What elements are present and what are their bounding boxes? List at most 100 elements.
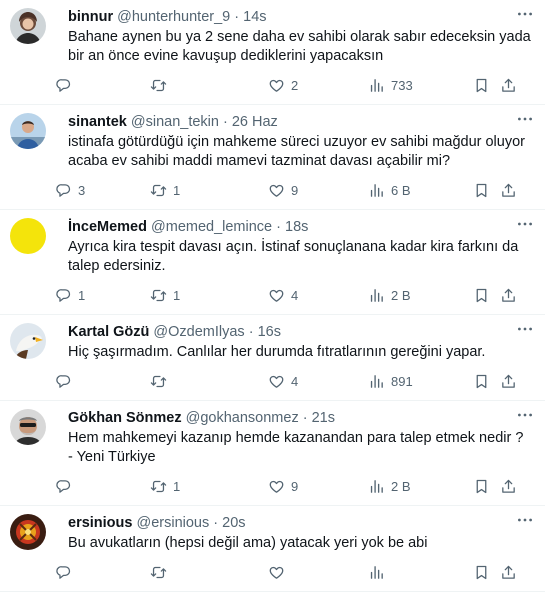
tweet-4[interactable]: Kartal Gözü @OzdemIlyas · 16s Hiç şaşırm… bbox=[0, 315, 545, 401]
display-name[interactable]: Gökhan Sönmez bbox=[68, 410, 182, 426]
reply-icon bbox=[56, 78, 71, 92]
retweet-button[interactable] bbox=[150, 75, 173, 95]
more-options-button[interactable] bbox=[515, 216, 535, 232]
bookmark-icon bbox=[476, 565, 487, 579]
separator-dot: · bbox=[248, 324, 254, 340]
share-button[interactable] bbox=[500, 75, 517, 95]
display-name[interactable]: binnur bbox=[68, 9, 113, 25]
avatar[interactable] bbox=[10, 113, 46, 149]
views-button[interactable]: 733 bbox=[368, 75, 413, 95]
tweet-text: Hem mahkemeyi kazanıp hemde kazanandan p… bbox=[68, 430, 524, 465]
retweet-button[interactable] bbox=[150, 371, 173, 391]
views-button[interactable]: 2 B bbox=[368, 476, 411, 496]
avatar[interactable] bbox=[10, 323, 46, 359]
views-button[interactable] bbox=[368, 562, 391, 582]
timestamp[interactable]: 16s bbox=[258, 324, 281, 340]
tweet-6[interactable]: ersinious @ersinious · 20s Bu avukatları… bbox=[0, 506, 545, 592]
bookmark-button[interactable] bbox=[473, 180, 490, 200]
avatar[interactable] bbox=[10, 8, 46, 44]
timestamp[interactable]: 26 Haz bbox=[232, 114, 278, 130]
bookmark-button[interactable] bbox=[473, 75, 490, 95]
retweet-count: 1 bbox=[173, 478, 181, 494]
share-button[interactable] bbox=[500, 476, 517, 496]
like-button[interactable]: 9 bbox=[268, 476, 298, 496]
timestamp[interactable]: 21s bbox=[312, 410, 335, 426]
retweet-button[interactable]: 1 bbox=[150, 285, 180, 305]
action-bar: 3 1 9 6 B bbox=[56, 171, 533, 209]
views-chart-icon bbox=[370, 183, 383, 197]
avatar[interactable] bbox=[10, 514, 46, 550]
user-handle[interactable]: @sinan_tekin bbox=[131, 114, 219, 130]
timestamp[interactable]: 18s bbox=[285, 219, 308, 235]
tweet-header: binnur @hunterhunter_9 · 14s bbox=[68, 8, 533, 26]
avatar-image bbox=[10, 514, 46, 550]
bookmark-icon bbox=[476, 183, 487, 197]
bookmark-button[interactable] bbox=[473, 371, 490, 391]
like-button[interactable]: 4 bbox=[268, 371, 298, 391]
more-options-button[interactable] bbox=[515, 6, 535, 22]
separator-dot: · bbox=[213, 515, 219, 531]
tweet-5[interactable]: Gökhan Sönmez @gokhansonmez · 21s Hem ma… bbox=[0, 401, 545, 506]
like-count: 9 bbox=[291, 478, 299, 494]
display-name[interactable]: ersinious bbox=[68, 515, 132, 531]
display-name[interactable]: Kartal Gözü bbox=[68, 324, 149, 340]
heart-icon bbox=[269, 79, 284, 92]
reply-button[interactable] bbox=[55, 562, 78, 582]
views-button[interactable]: 6 B bbox=[368, 180, 411, 200]
share-icon bbox=[502, 183, 515, 197]
share-button[interactable] bbox=[500, 562, 517, 582]
display-name[interactable]: İnceMemed bbox=[68, 219, 147, 235]
more-options-button[interactable] bbox=[515, 512, 535, 528]
like-button[interactable]: 9 bbox=[268, 180, 298, 200]
share-button[interactable] bbox=[500, 180, 517, 200]
share-button[interactable] bbox=[500, 285, 517, 305]
retweet-button[interactable]: 1 bbox=[150, 476, 180, 496]
timestamp[interactable]: 20s bbox=[222, 515, 245, 531]
retweet-button[interactable] bbox=[150, 562, 173, 582]
reply-button[interactable] bbox=[55, 75, 78, 95]
reply-feed: binnur @hunterhunter_9 · 14s Bahane ayne… bbox=[0, 0, 545, 592]
bookmark-icon bbox=[476, 479, 487, 493]
tweet-2[interactable]: sinantek @sinan_tekin · 26 Haz istinafa … bbox=[0, 105, 545, 210]
heart-icon bbox=[269, 289, 284, 302]
more-dots-icon bbox=[518, 327, 532, 331]
like-button[interactable] bbox=[268, 562, 291, 582]
user-handle[interactable]: @gokhansonmez bbox=[186, 410, 299, 426]
display-name[interactable]: sinantek bbox=[68, 114, 127, 130]
share-icon bbox=[502, 479, 515, 493]
timestamp[interactable]: 14s bbox=[243, 9, 266, 25]
reply-button[interactable] bbox=[55, 476, 78, 496]
tweet-3[interactable]: İnceMemed @memed_lemince · 18s Ayrıca ki… bbox=[0, 210, 545, 315]
tweet-header: İnceMemed @memed_lemince · 18s bbox=[68, 218, 533, 236]
reply-button[interactable]: 1 bbox=[55, 285, 85, 305]
share-button[interactable] bbox=[500, 371, 517, 391]
like-button[interactable]: 2 bbox=[268, 75, 298, 95]
bookmark-button[interactable] bbox=[473, 476, 490, 496]
share-icon bbox=[502, 288, 515, 302]
bookmark-button[interactable] bbox=[473, 285, 490, 305]
views-button[interactable]: 891 bbox=[368, 371, 413, 391]
more-options-button[interactable] bbox=[515, 111, 535, 127]
more-options-button[interactable] bbox=[515, 407, 535, 423]
user-handle[interactable]: @hunterhunter_9 bbox=[117, 9, 230, 25]
views-chart-icon bbox=[370, 374, 383, 388]
user-handle[interactable]: @ersinious bbox=[137, 515, 210, 531]
like-button[interactable]: 4 bbox=[268, 285, 298, 305]
user-handle[interactable]: @OzdemIlyas bbox=[153, 324, 244, 340]
reply-count: 1 bbox=[78, 287, 86, 303]
tweet-text: Bahane aynen bu ya 2 sene daha ev sahibi… bbox=[68, 29, 531, 64]
user-handle[interactable]: @memed_lemince bbox=[151, 219, 272, 235]
views-count: 2 B bbox=[391, 478, 411, 494]
reply-button[interactable] bbox=[55, 371, 78, 391]
reply-button[interactable]: 3 bbox=[55, 180, 85, 200]
avatar[interactable] bbox=[10, 409, 46, 445]
avatar[interactable] bbox=[10, 218, 46, 254]
bookmark-button[interactable] bbox=[473, 562, 490, 582]
more-options-button[interactable] bbox=[515, 321, 535, 337]
retweet-button[interactable]: 1 bbox=[150, 180, 180, 200]
retweet-icon bbox=[150, 480, 167, 492]
retweet-icon bbox=[150, 375, 167, 387]
more-dots-icon bbox=[518, 117, 532, 121]
views-button[interactable]: 2 B bbox=[368, 285, 411, 305]
tweet-1[interactable]: binnur @hunterhunter_9 · 14s Bahane ayne… bbox=[0, 0, 545, 105]
